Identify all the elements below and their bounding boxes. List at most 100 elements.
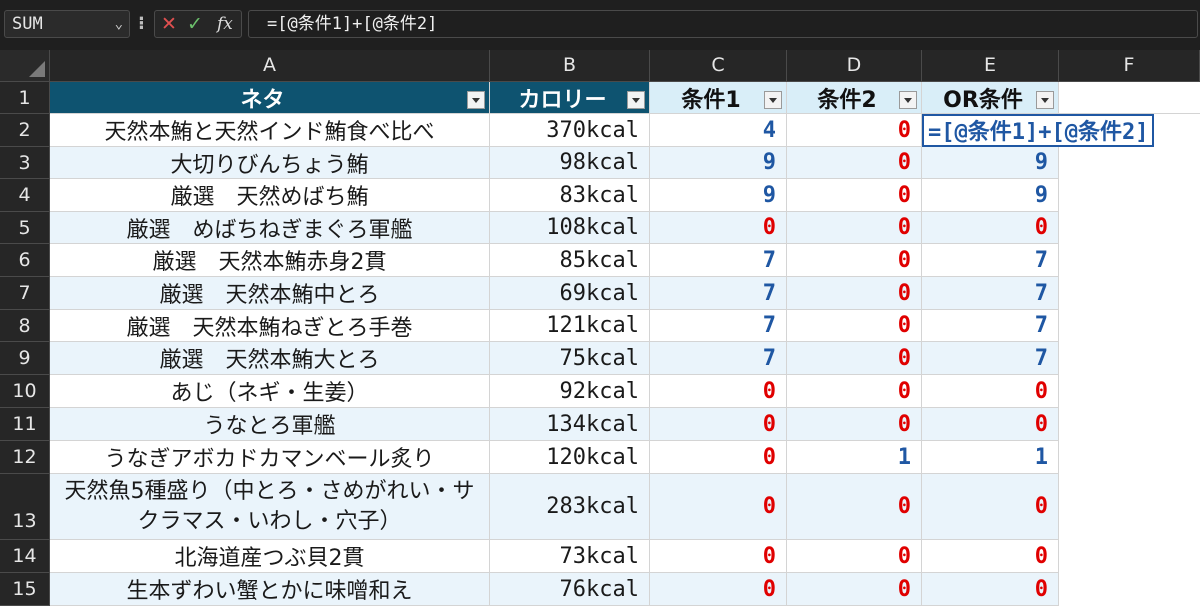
column-header-f[interactable]: F	[1059, 50, 1200, 82]
select-all-corner[interactable]	[0, 50, 50, 82]
cell-neta[interactable]: 厳選 天然本鮪中とろ	[50, 277, 490, 310]
cell-calorie[interactable]: 134kcal	[490, 408, 650, 441]
cell-cond2[interactable]: 0	[787, 573, 922, 606]
cell-calorie[interactable]: 283kcal	[490, 474, 650, 540]
cell-or-cond[interactable]: 9	[922, 147, 1059, 179]
row-header[interactable]: 9	[0, 342, 50, 375]
cell-cond2[interactable]: 0	[787, 408, 922, 441]
cell-or-cond[interactable]: 0	[922, 540, 1059, 573]
cell-f[interactable]	[1059, 277, 1200, 310]
row-header[interactable]: 3	[0, 147, 50, 179]
cell-or-cond[interactable]: 7	[922, 244, 1059, 277]
cell-cond2[interactable]: 0	[787, 342, 922, 375]
cell-cond2[interactable]: 1	[787, 441, 922, 474]
table-header-neta[interactable]: ネタ	[50, 82, 490, 114]
cell-neta[interactable]: 天然魚5種盛り（中とろ・さめがれい・サクラマス・いわし・穴子）	[50, 474, 490, 540]
cell-calorie[interactable]: 121kcal	[490, 310, 650, 342]
cell-or-cond[interactable]: 1	[922, 441, 1059, 474]
cell-or-cond[interactable]: 0	[922, 573, 1059, 606]
cell-cond1[interactable]: 0	[650, 212, 787, 244]
filter-dropdown-icon[interactable]	[899, 91, 917, 109]
cell-cond1[interactable]: 0	[650, 540, 787, 573]
cell-or-cond[interactable]: 7	[922, 277, 1059, 310]
insert-function-icon[interactable]: fx	[217, 13, 233, 35]
cell-cond2[interactable]: 0	[787, 474, 922, 540]
cell-f[interactable]	[1059, 474, 1200, 540]
filter-dropdown-icon[interactable]	[764, 91, 782, 109]
cell-neta[interactable]: 厳選 天然本鮪ねぎとろ手巻	[50, 310, 490, 342]
cell-neta[interactable]: 大切りびんちょう鮪	[50, 147, 490, 179]
cell-cond2[interactable]: 0	[787, 540, 922, 573]
row-header[interactable]: 12	[0, 441, 50, 474]
row-header[interactable]: 10	[0, 375, 50, 408]
row-header[interactable]: 14	[0, 540, 50, 573]
cell-f[interactable]	[1059, 244, 1200, 277]
table-header-cond2[interactable]: 条件2	[787, 82, 922, 114]
column-header-d[interactable]: D	[787, 50, 922, 82]
chevron-down-icon[interactable]: ⌄	[115, 11, 123, 37]
cell-cond1[interactable]: 7	[650, 342, 787, 375]
filter-dropdown-icon[interactable]	[467, 91, 485, 109]
cell-calorie[interactable]: 83kcal	[490, 179, 650, 212]
row-header[interactable]: 15	[0, 573, 50, 606]
cell-f[interactable]	[1059, 408, 1200, 441]
cell-calorie[interactable]: 76kcal	[490, 573, 650, 606]
cell-cond1[interactable]: 0	[650, 408, 787, 441]
cell-cond2[interactable]: 0	[787, 147, 922, 179]
cell-cond2[interactable]: 0	[787, 244, 922, 277]
row-header[interactable]: 1	[0, 82, 50, 114]
cell-cond1[interactable]: 0	[650, 573, 787, 606]
row-header[interactable]: 6	[0, 244, 50, 277]
filter-dropdown-icon[interactable]	[627, 91, 645, 109]
row-header[interactable]: 13	[0, 474, 50, 540]
cell-cond1[interactable]: 0	[650, 474, 787, 540]
cell-calorie[interactable]: 85kcal	[490, 244, 650, 277]
cell-calorie[interactable]: 108kcal	[490, 212, 650, 244]
row-header[interactable]: 8	[0, 310, 50, 342]
enter-icon[interactable]: ✓	[187, 13, 203, 35]
filter-dropdown-icon[interactable]	[1036, 91, 1054, 109]
cell-neta[interactable]: うなぎアボカドカマンベール炙り	[50, 441, 490, 474]
cell-neta[interactable]: 天然本鮪と天然インド鮪食べ比べ	[50, 114, 490, 147]
column-header-a[interactable]: A	[50, 50, 490, 82]
cell-calorie[interactable]: 69kcal	[490, 277, 650, 310]
cell-f[interactable]	[1059, 212, 1200, 244]
cell-cond2[interactable]: 0	[787, 179, 922, 212]
cell-f[interactable]	[1059, 342, 1200, 375]
cell-or-cond[interactable]: 7	[922, 342, 1059, 375]
cell-calorie[interactable]: 75kcal	[490, 342, 650, 375]
cell-or-cond[interactable]: 0	[922, 474, 1059, 540]
cell-neta[interactable]: うなとろ軍艦	[50, 408, 490, 441]
cell-cond2[interactable]: 0	[787, 277, 922, 310]
column-header-b[interactable]: B	[490, 50, 650, 82]
cell-neta[interactable]: 厳選 天然本鮪大とろ	[50, 342, 490, 375]
cell-calorie[interactable]: 370kcal	[490, 114, 650, 147]
cell-neta[interactable]: 生本ずわい蟹とかに味噌和え	[50, 573, 490, 606]
cell-cond1[interactable]: 7	[650, 244, 787, 277]
cell-calorie[interactable]: 73kcal	[490, 540, 650, 573]
cell-f1[interactable]	[1059, 82, 1200, 114]
cell-f[interactable]	[1059, 540, 1200, 573]
cell-neta[interactable]: 北海道産つぶ貝2貫	[50, 540, 490, 573]
cell-cond1[interactable]: 0	[650, 375, 787, 408]
cell-cond2[interactable]: 0	[787, 212, 922, 244]
table-header-calorie[interactable]: カロリー	[490, 82, 650, 114]
cell-calorie[interactable]: 98kcal	[490, 147, 650, 179]
cell-calorie[interactable]: 92kcal	[490, 375, 650, 408]
cell-cond1[interactable]: 4	[650, 114, 787, 147]
cell-f[interactable]	[1059, 441, 1200, 474]
column-header-e[interactable]: E	[922, 50, 1059, 82]
cell-cond1[interactable]: 9	[650, 179, 787, 212]
row-header[interactable]: 11	[0, 408, 50, 441]
cell-or-cond[interactable]: 0	[922, 375, 1059, 408]
cell-or-cond[interactable]: 7	[922, 310, 1059, 342]
cancel-icon[interactable]: ✕	[161, 13, 177, 35]
cell-or-cond[interactable]: 0	[922, 408, 1059, 441]
cell-cond1[interactable]: 0	[650, 441, 787, 474]
cell-f[interactable]	[1059, 147, 1200, 179]
more-options-icon[interactable]: ⁝	[138, 13, 145, 34]
cell-f[interactable]	[1059, 375, 1200, 408]
column-header-c[interactable]: C	[650, 50, 787, 82]
row-header[interactable]: 5	[0, 212, 50, 244]
cell-neta[interactable]: 厳選 天然めばち鮪	[50, 179, 490, 212]
